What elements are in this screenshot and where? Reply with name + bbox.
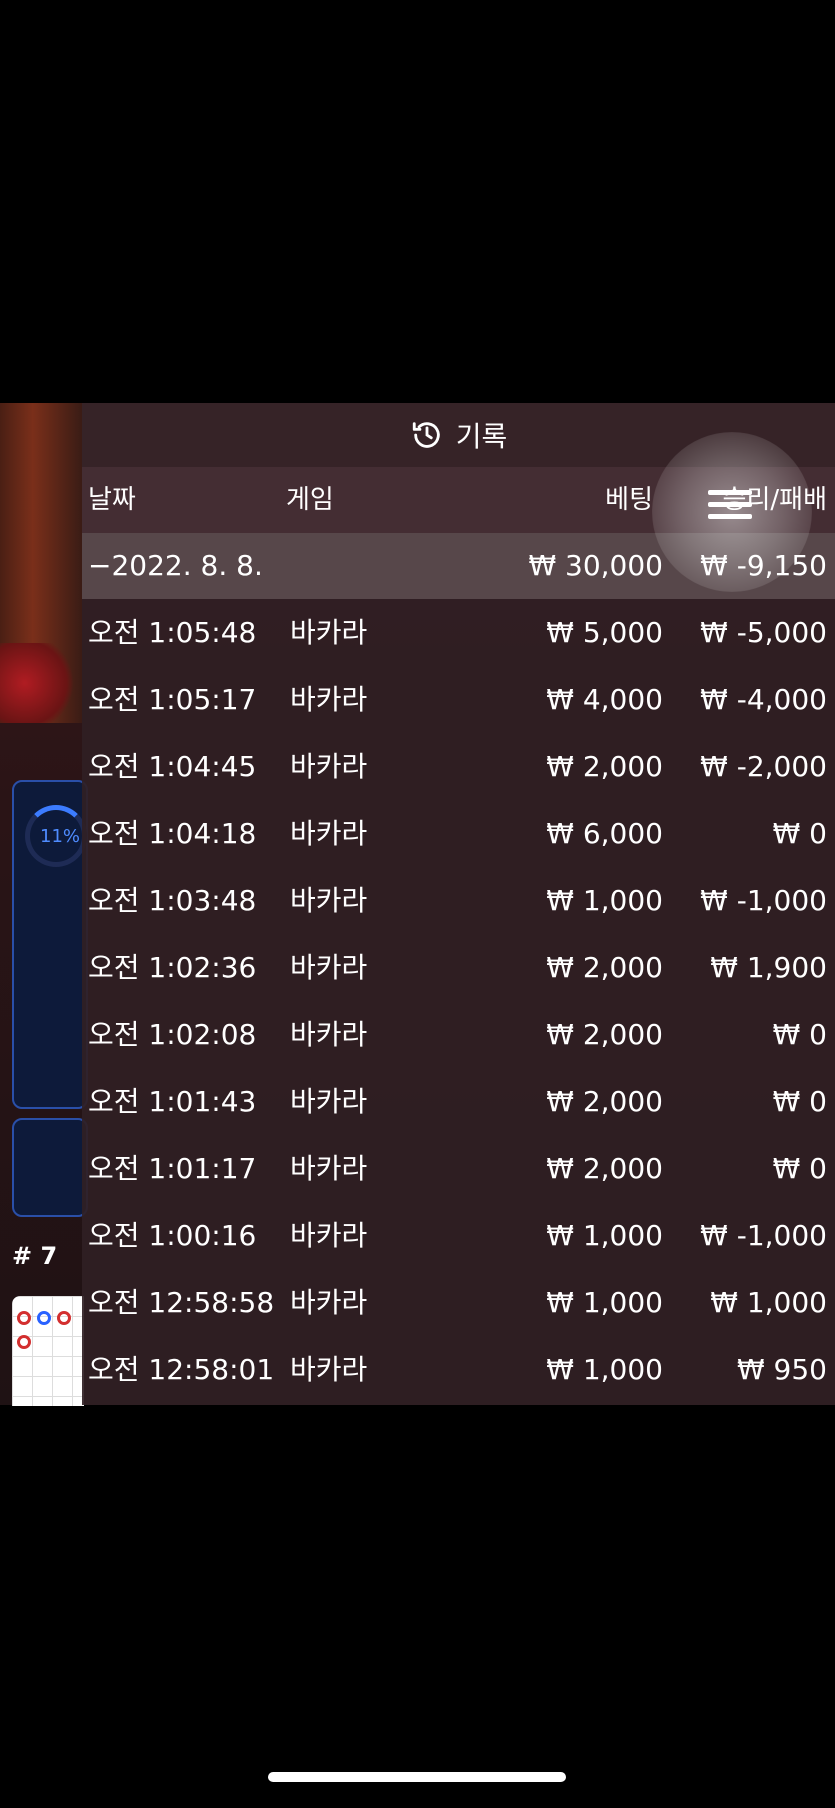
row-bet: ₩ 2,000 — [546, 951, 663, 984]
history-row[interactable]: 오전 1:04:18 바카라 ₩ 6,000 ₩ 0 — [82, 800, 835, 867]
row-game: 바카라 — [290, 817, 368, 850]
road-dot-banker — [17, 1311, 31, 1325]
row-game: 바카라 — [290, 683, 368, 716]
row-bet: ₩ 2,000 — [546, 1085, 663, 1118]
history-row[interactable]: 오전 1:05:48 바카라 ₩ 5,000 ₩ -5,000 — [82, 599, 835, 666]
row-game: 바카라 — [290, 1286, 368, 1319]
history-clock-icon — [412, 422, 440, 448]
row-game: 바카라 — [290, 1353, 368, 1386]
row-result: ₩ -1,000 — [700, 884, 827, 917]
row-result: ₩ 1,900 — [710, 951, 827, 984]
row-result: ₩ -2,000 — [700, 750, 827, 783]
row-time: 오전 1:01:43 — [88, 1085, 257, 1118]
history-row[interactable]: 오전 1:01:17 바카라 ₩ 2,000 ₩ 0 — [82, 1135, 835, 1202]
row-bet: ₩ 4,000 — [546, 683, 663, 716]
row-game: 바카라 — [290, 616, 368, 649]
row-time: 오전 1:01:17 — [88, 1152, 257, 1185]
row-bet: ₩ 1,000 — [546, 1219, 663, 1252]
history-row[interactable]: 오전 1:01:43 바카라 ₩ 2,000 ₩ 0 — [82, 1068, 835, 1135]
date-group-bet-total: ₩ 30,000 — [528, 549, 663, 582]
bet-spot-card — [12, 1118, 88, 1217]
history-row[interactable]: 오전 1:00:16 바카라 ₩ 1,000 ₩ -1,000 — [82, 1202, 835, 1269]
row-time: 오전 1:02:36 — [88, 951, 257, 984]
row-bet: ₩ 6,000 — [546, 817, 663, 850]
row-result: ₩ 950 — [736, 1353, 827, 1386]
history-row[interactable]: 오전 1:02:08 바카라 ₩ 2,000 ₩ 0 — [82, 1001, 835, 1068]
road-dot-banker — [57, 1311, 71, 1325]
history-row[interactable]: 오전 1:05:17 바카라 ₩ 4,000 ₩ -4,000 — [82, 666, 835, 733]
row-result: ₩ 0 — [772, 1152, 827, 1185]
row-result: ₩ -4,000 — [700, 683, 827, 716]
column-header-game[interactable]: 게임 — [286, 467, 334, 533]
row-time: 오전 12:58:58 — [88, 1286, 275, 1319]
row-time: 오전 1:04:45 — [88, 750, 257, 783]
row-result: ₩ 1,000 — [710, 1286, 827, 1319]
row-result: ₩ 0 — [772, 1085, 827, 1118]
menu-icon[interactable] — [708, 490, 752, 526]
row-bet: ₩ 2,000 — [546, 750, 663, 783]
row-game: 바카라 — [290, 951, 368, 984]
row-bet: ₩ 2,000 — [546, 1018, 663, 1051]
column-header-bet[interactable]: 베팅 — [605, 467, 653, 533]
history-row[interactable]: 오전 1:02:36 바카라 ₩ 2,000 ₩ 1,900 — [82, 934, 835, 1001]
row-game: 바카라 — [290, 1219, 368, 1252]
row-time: 오전 12:58:01 — [88, 1353, 275, 1386]
row-bet: ₩ 1,000 — [546, 1353, 663, 1386]
row-result: ₩ 0 — [772, 817, 827, 850]
home-indicator[interactable] — [268, 1772, 566, 1782]
row-bet: ₩ 2,000 — [546, 1152, 663, 1185]
row-bet: ₩ 1,000 — [546, 1286, 663, 1319]
row-game: 바카라 — [290, 750, 368, 783]
history-row[interactable]: 오전 12:58:01 바카라 ₩ 1,000 ₩ 950 — [82, 1336, 835, 1403]
history-row[interactable]: 오전 12:58:58 바카라 ₩ 1,000 ₩ 1,000 — [82, 1269, 835, 1336]
round-label: # 7 — [12, 1242, 58, 1270]
row-time: 오전 1:05:17 — [88, 683, 257, 716]
row-game: 바카라 — [290, 1018, 368, 1051]
road-dot-player — [37, 1311, 51, 1325]
row-result: ₩ -1,000 — [700, 1219, 827, 1252]
row-time: 오전 1:04:18 — [88, 817, 257, 850]
percent-label: 11% — [40, 826, 81, 847]
column-header-date[interactable]: 날짜 — [88, 467, 136, 533]
row-time: 오전 1:05:48 — [88, 616, 257, 649]
bead-road — [12, 1296, 84, 1406]
row-time: 오전 1:00:16 — [88, 1219, 257, 1252]
row-result: ₩ -5,000 — [700, 616, 827, 649]
history-list: 오전 1:05:48 바카라 ₩ 5,000 ₩ -5,000 오전 1:05:17 바카… — [82, 599, 835, 1403]
row-game: 바카라 — [290, 1152, 368, 1185]
row-time: 오전 1:03:48 — [88, 884, 257, 917]
row-time: 오전 1:02:08 — [88, 1018, 257, 1051]
road-dot-banker — [17, 1335, 31, 1349]
row-game: 바카라 — [290, 1085, 368, 1118]
row-game: 바카라 — [290, 884, 368, 917]
row-bet: ₩ 5,000 — [546, 616, 663, 649]
date-group-label: −2022. 8. 8. — [88, 549, 263, 582]
history-row[interactable]: 오전 1:03:48 바카라 ₩ 1,000 ₩ -1,000 — [82, 867, 835, 934]
history-row[interactable]: 오전 1:04:45 바카라 ₩ 2,000 ₩ -2,000 — [82, 733, 835, 800]
row-bet: ₩ 1,000 — [546, 884, 663, 917]
panel-title: 기록 — [455, 420, 508, 453]
background-decoration — [0, 643, 82, 723]
row-result: ₩ 0 — [772, 1018, 827, 1051]
